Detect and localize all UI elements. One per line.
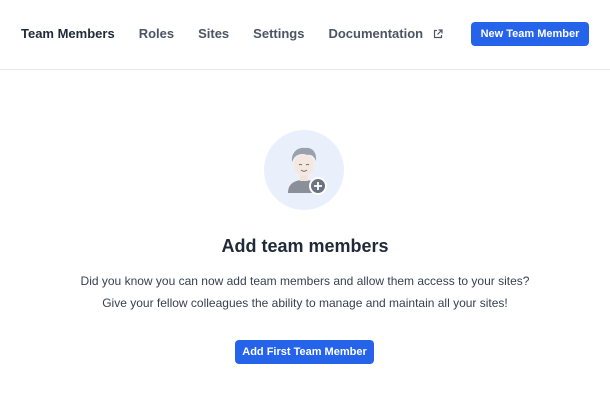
nav-item-roles[interactable]: Roles <box>139 26 174 42</box>
nav-item-documentation-label: Documentation <box>328 26 424 41</box>
add-first-team-member-button[interactable]: Add First Team Member <box>235 340 374 364</box>
top-navigation-bar: Team Members Roles Sites Settings Docume… <box>0 0 610 70</box>
nav-item-team-members[interactable]: Team Members <box>21 26 115 42</box>
empty-state: Add team members Did you know you can no… <box>0 70 610 393</box>
nav-item-sites[interactable]: Sites <box>198 26 229 42</box>
external-link-icon <box>433 29 443 39</box>
add-user-icon <box>264 130 344 210</box>
nav-item-documentation[interactable]: Documentation <box>328 26 443 42</box>
empty-state-title: Add team members <box>221 236 389 256</box>
new-team-member-button[interactable]: New Team Member <box>471 22 589 46</box>
empty-state-description-2: Give your fellow colleagues the ability … <box>102 296 508 310</box>
main-nav: Team Members Roles Sites Settings Docume… <box>21 26 467 42</box>
empty-state-description-1: Did you know you can now add team member… <box>80 274 530 288</box>
nav-item-settings[interactable]: Settings <box>253 26 304 42</box>
